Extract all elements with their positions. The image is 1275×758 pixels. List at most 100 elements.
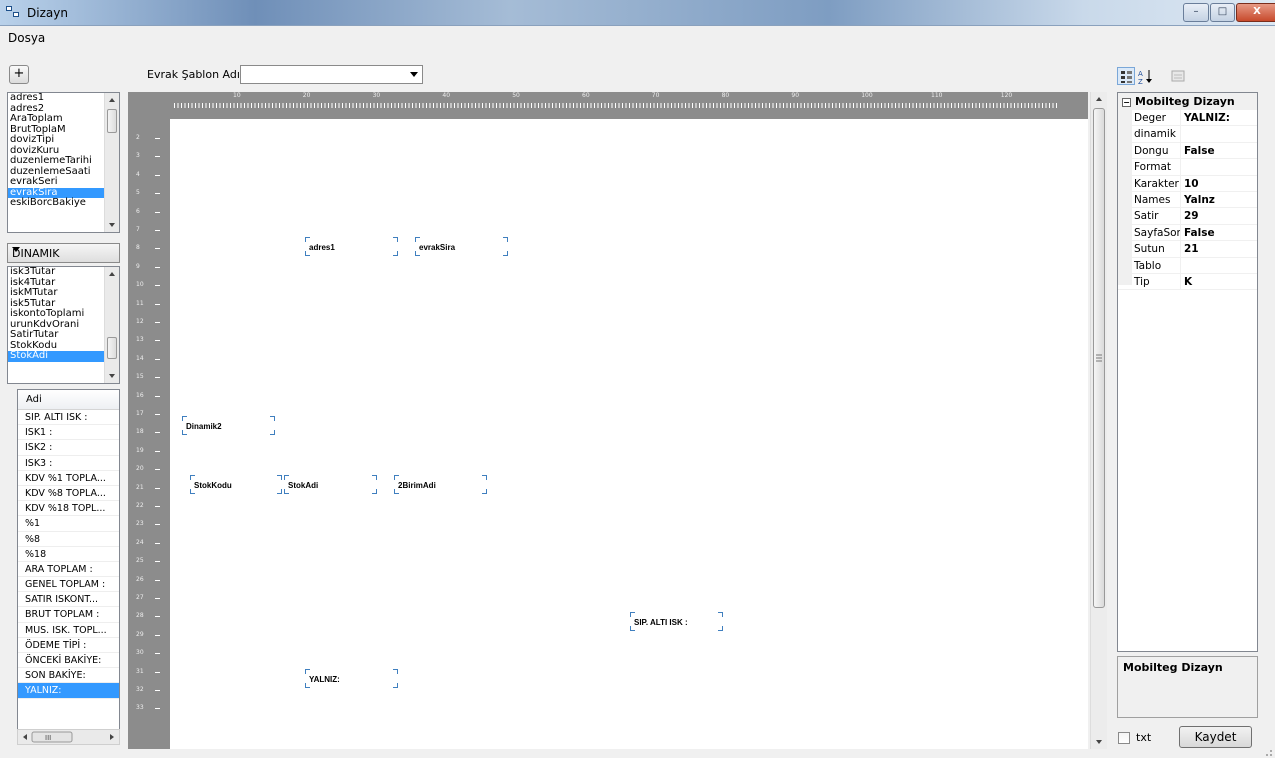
property-row[interactable]: Format [1118,159,1257,176]
table-row[interactable]: ÖDEME TİPİ : [18,638,119,653]
scroll-down-icon[interactable] [1096,740,1102,744]
resize-handle[interactable] [718,612,723,617]
resize-handle[interactable] [182,416,187,421]
list-item[interactable]: SatirTutar [8,329,119,341]
scroll-thumb[interactable] [107,109,117,133]
scroll-down-icon[interactable] [109,223,115,227]
table-row[interactable]: KDV %1 TOPLA... [18,471,119,486]
categorized-icon[interactable] [1117,67,1135,85]
property-value[interactable]: YALNIZ: [1182,110,1230,126]
table-row[interactable]: MUS. ISK. TOPL... [18,623,119,638]
fields-listbox[interactable]: adres1 adres2 AraToplam BrutToplaM dovizTipi… [7,92,120,233]
property-value[interactable]: 21 [1182,241,1199,257]
resize-handle[interactable] [270,416,275,421]
table-row[interactable]: ISK3 : [18,456,119,471]
design-field[interactable]: 2BirimAdi [394,475,487,494]
resize-handle[interactable] [277,475,282,480]
resize-grip-icon[interactable] [1263,747,1273,757]
design-field[interactable]: YALNIZ: [305,669,398,688]
resize-handle[interactable] [284,475,289,480]
list-item[interactable]: adres1 [8,93,119,104]
list-item[interactable]: eskiBorcBakiye [8,197,119,209]
table-row[interactable]: BRUT TOPLAM : [18,607,119,623]
scroll-up-icon[interactable] [1096,97,1102,101]
table-row[interactable]: ÖNCEKİ BAKİYE: [18,653,119,669]
list-item[interactable]: evrakSeri [8,176,119,188]
design-field[interactable]: StokAdi [284,475,377,494]
resize-handle[interactable] [270,430,275,435]
list-item[interactable]: isk3Tutar [8,267,119,278]
design-field[interactable]: evrakSira [415,237,508,256]
property-row[interactable]: SayfaSonuFalse [1118,224,1257,242]
table-row[interactable]: SON BAKİYE: [18,668,119,684]
property-row[interactable]: Karakter 10 [1118,175,1257,192]
property-value[interactable]: False [1182,143,1215,159]
resize-handle[interactable] [305,669,310,674]
resize-handle[interactable] [393,683,398,688]
table-row[interactable]: GENEL TOPLAM : [18,577,119,593]
txt-checkbox[interactable] [1118,732,1130,744]
property-value[interactable]: Yalnz [1182,192,1215,208]
add-button[interactable]: + [9,65,29,84]
scroll-up-icon[interactable] [109,272,115,276]
scroll-down-icon[interactable] [109,374,115,378]
design-canvas[interactable]: adres1 evrakSira Dinamik2 StokKodu StokAdi 2B… [170,119,1088,749]
list-item[interactable]: iskontoToplami [8,308,119,320]
close-button[interactable]: X [1236,3,1275,22]
maximize-button[interactable]: □ [1210,3,1235,22]
design-field[interactable]: StokKodu [190,475,282,494]
type-combo[interactable]: DINAMIK [7,243,120,263]
table-row[interactable]: SIP. ALTI ISK : [18,410,119,426]
property-row[interactable]: Satir 29 [1118,208,1257,225]
table-row[interactable]: YALNIZ: [18,683,119,699]
collapse-icon[interactable]: − [1122,98,1131,107]
property-row[interactable]: dinamik [1118,126,1257,143]
property-value[interactable]: 10 [1182,176,1199,192]
resize-handle[interactable] [503,251,508,256]
property-row[interactable]: Names Yalnz [1118,191,1257,209]
template-name-select[interactable] [240,65,423,84]
resize-handle[interactable] [394,475,399,480]
save-button[interactable]: Kaydet [1179,726,1252,748]
design-field[interactable]: SIP. ALTI ISK : [630,612,723,631]
labels-grid[interactable]: Adi SIP. ALTI ISK : ISK1 : ISK2 : ISK3 : KDV… [17,389,120,745]
resize-handle[interactable] [372,489,377,494]
sort-alpha-icon[interactable]: A Z [1137,67,1155,85]
table-row[interactable]: SATIR ISKONT... [18,592,119,608]
grid-horizontal-scrollbar[interactable]: III [17,729,120,745]
table-row[interactable]: %18 [18,547,119,562]
property-pages-icon[interactable] [1169,67,1187,85]
table-row[interactable]: %1 [18,516,119,532]
list-item[interactable]: duzenlemeTarihi [8,155,119,167]
table-row[interactable]: KDV %18 TOPL... [18,501,119,517]
minimize-button[interactable]: – [1183,3,1209,22]
resize-handle[interactable] [718,626,723,631]
dynamic-list-scrollbar[interactable] [104,267,119,383]
list-item[interactable]: AraToplam [8,113,119,125]
property-category[interactable]: − Mobilteg Dizayn [1118,93,1257,110]
property-value[interactable]: False [1182,225,1215,241]
table-row[interactable]: ISK1 : [18,425,119,441]
resize-handle[interactable] [277,489,282,494]
property-row[interactable]: Tip K [1118,273,1257,291]
table-row[interactable]: %8 [18,532,119,547]
design-field[interactable]: Dinamik2 [182,416,275,435]
resize-handle[interactable] [393,669,398,674]
property-row[interactable]: Deger YALNIZ: [1118,110,1257,127]
table-row[interactable]: ARA TOPLAM : [18,562,119,578]
resize-handle[interactable] [482,489,487,494]
property-grid[interactable]: − Mobilteg Dizayn Deger YALNIZ: dinamik Dong… [1117,92,1258,652]
resize-handle[interactable] [372,475,377,480]
table-row[interactable]: KDV %8 TOPLA... [18,486,119,502]
list-item[interactable]: dovizTipi [8,134,119,146]
fields-list-scrollbar[interactable] [104,93,119,232]
grid-header-adi[interactable]: Adi [18,390,119,410]
resize-handle[interactable] [482,475,487,480]
dynamic-fields-listbox[interactable]: isk3Tutar isk4Tutar iskMTutar isk5Tutar isko… [7,266,120,384]
property-row[interactable]: Sutun 21 [1118,241,1257,258]
canvas-scrollbar[interactable] [1090,92,1107,749]
resize-handle[interactable] [393,251,398,256]
scroll-thumb[interactable] [107,337,117,359]
property-value[interactable]: 29 [1182,208,1199,224]
menu-item-dosya[interactable]: Dosya [8,31,45,45]
